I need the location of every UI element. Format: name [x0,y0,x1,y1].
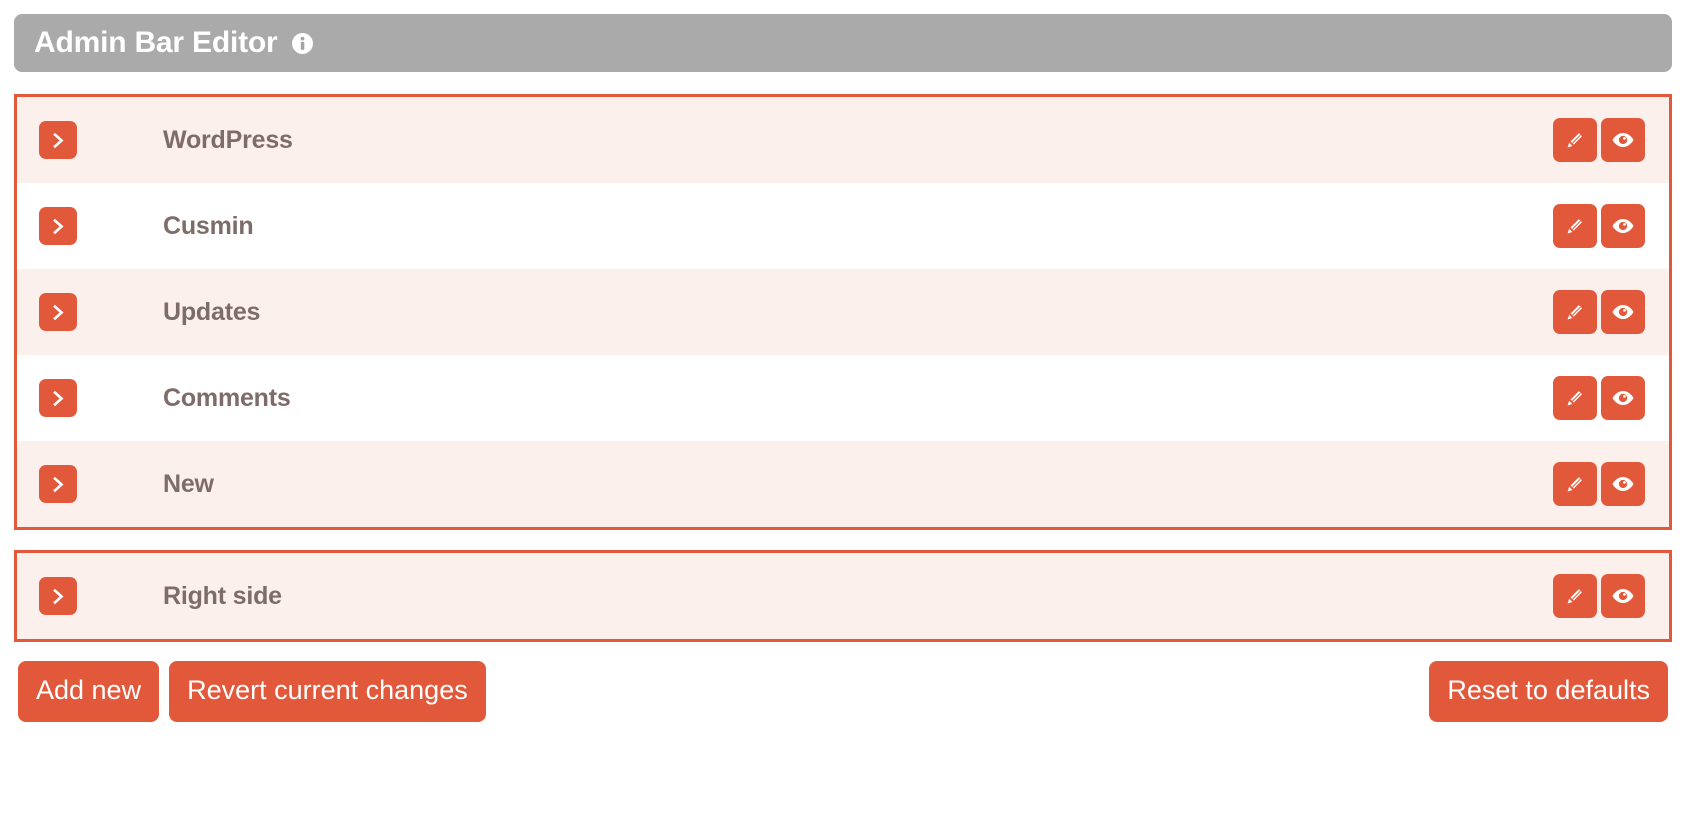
item-label: New [163,469,214,498]
row-actions [1553,290,1645,334]
chevron-right-icon[interactable] [39,577,77,615]
item-label: WordPress [163,125,293,154]
eye-icon[interactable] [1601,462,1645,506]
add-new-button[interactable]: Add new [18,661,160,722]
page-title: Admin Bar Editor [34,26,278,59]
row-actions [1553,204,1645,248]
row-actions [1553,118,1645,162]
table-row[interactable]: New [17,441,1669,527]
left-side-items-group: WordPress Cusmin Updates Comments New [14,94,1672,530]
table-row[interactable]: Cusmin [17,183,1669,269]
chevron-right-icon[interactable] [39,121,77,159]
eye-icon[interactable] [1601,290,1645,334]
row-actions [1553,574,1645,618]
chevron-right-icon[interactable] [39,379,77,417]
right-side-items-group: Right side [14,550,1672,642]
eye-icon[interactable] [1601,574,1645,618]
item-label: Updates [163,297,261,326]
pencil-icon[interactable] [1553,462,1597,506]
eye-icon[interactable] [1601,118,1645,162]
table-row[interactable]: Comments [17,355,1669,441]
row-actions [1553,376,1645,420]
pencil-icon[interactable] [1553,118,1597,162]
pencil-icon[interactable] [1553,290,1597,334]
eye-icon[interactable] [1601,376,1645,420]
panel-header: Admin Bar Editor [14,14,1672,72]
chevron-right-icon[interactable] [39,207,77,245]
item-label: Cusmin [163,211,254,240]
table-row[interactable]: WordPress [17,97,1669,183]
pencil-icon[interactable] [1553,204,1597,248]
item-label: Comments [163,383,291,412]
chevron-right-icon[interactable] [39,465,77,503]
footer-left-group: Add new Revert current changes [18,661,486,722]
chevron-right-icon[interactable] [39,293,77,331]
table-row[interactable]: Updates [17,269,1669,355]
info-circle-icon[interactable] [292,32,314,54]
reset-to-defaults-button[interactable]: Reset to defaults [1429,661,1668,722]
admin-bar-editor-panel: Admin Bar Editor WordPress Cusmin Update… [0,0,1686,818]
table-row[interactable]: Right side [17,553,1669,639]
pencil-icon[interactable] [1553,376,1597,420]
row-actions [1553,462,1645,506]
footer-actions: Add new Revert current changes Reset to … [14,661,1672,722]
eye-icon[interactable] [1601,204,1645,248]
revert-current-changes-button[interactable]: Revert current changes [169,661,486,722]
item-label: Right side [163,581,282,610]
footer-right-group: Reset to defaults [1429,661,1668,722]
pencil-icon[interactable] [1553,574,1597,618]
